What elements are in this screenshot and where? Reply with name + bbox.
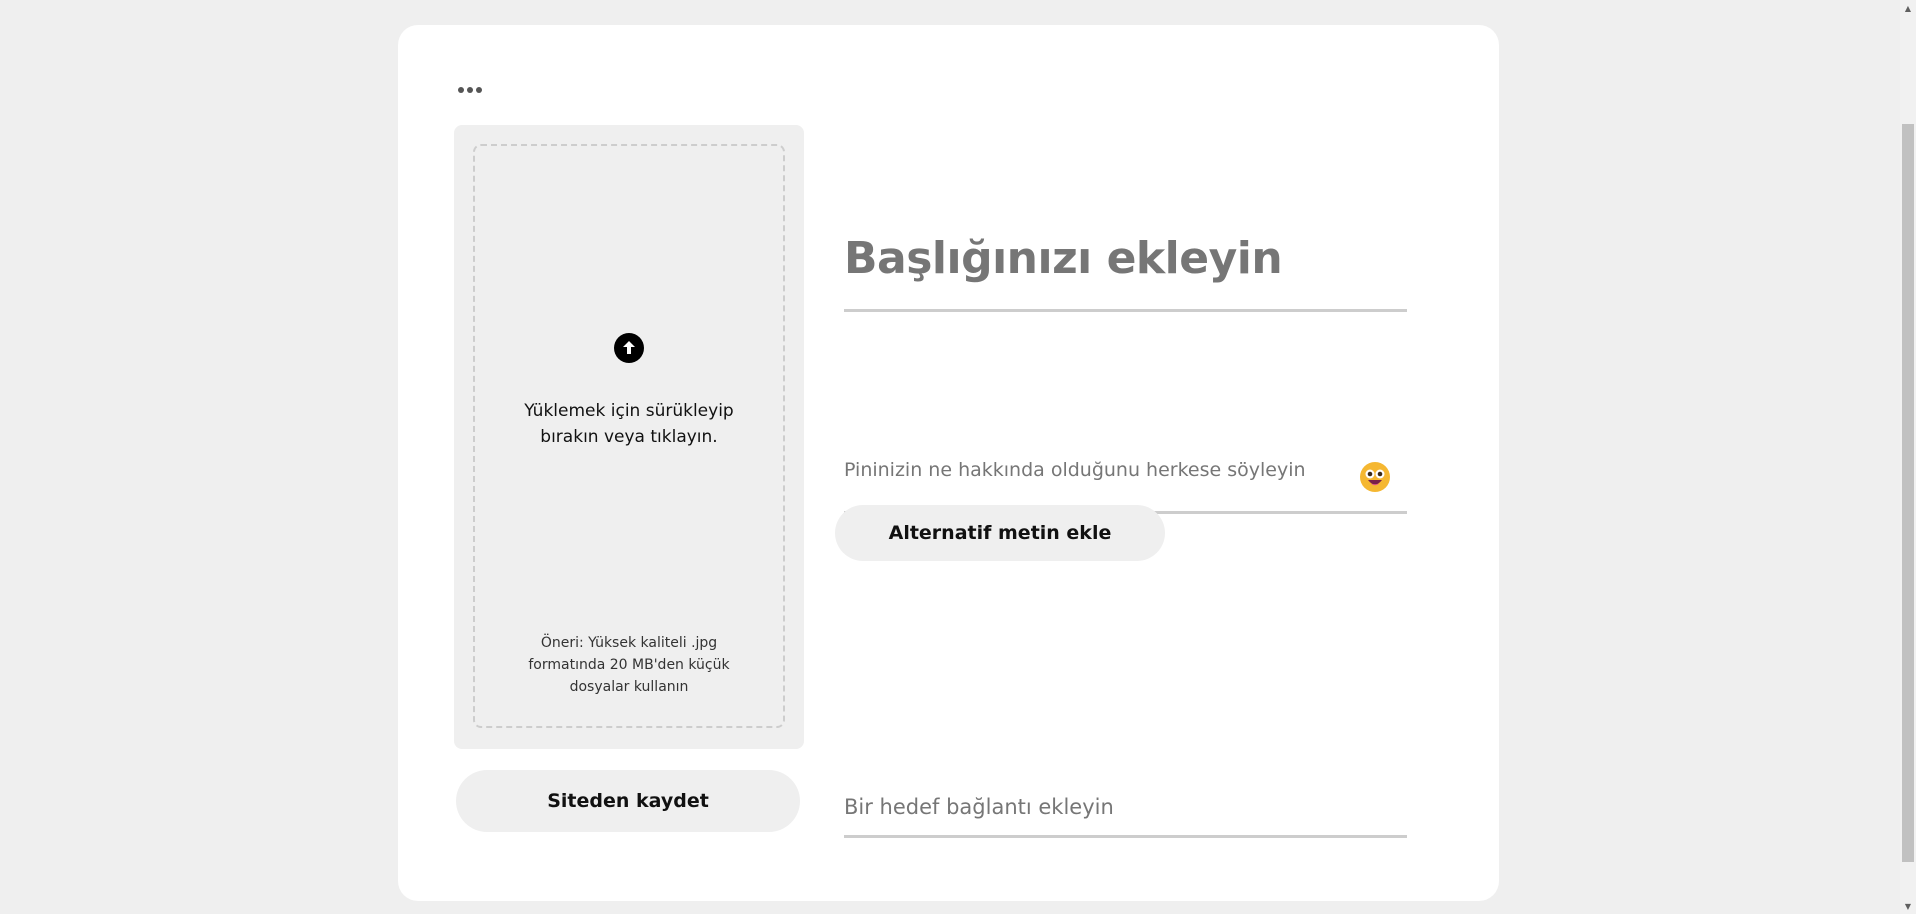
- description-field[interactable]: Pininizin ne hakkında olduğunu herkese s…: [844, 439, 1407, 514]
- more-icon-dot: [467, 87, 473, 93]
- more-icon-dot: [458, 87, 464, 93]
- arrow-up-circle-icon: [614, 333, 644, 363]
- vertical-scrollbar[interactable]: ▲ ▼: [1900, 0, 1916, 914]
- save-from-site-button[interactable]: Siteden kaydet: [456, 770, 800, 832]
- add-alt-text-button[interactable]: Alternatif metin ekle: [835, 505, 1165, 561]
- upload-hint: Öneri: Yüksek kaliteli .jpg formatında 2…: [528, 635, 730, 695]
- more-options-button[interactable]: [454, 78, 486, 102]
- emoji-picker-icon[interactable]: [1359, 461, 1391, 493]
- image-dropzone[interactable]: Yüklemek için sürükleyip bırakın veya tı…: [473, 144, 785, 728]
- upload-panel: Yüklemek için sürükleyip bırakın veya tı…: [454, 125, 804, 749]
- upload-instruction: Yüklemek için sürükleyip bırakın veya tı…: [524, 401, 734, 447]
- description-input[interactable]: Pininizin ne hakkında olduğunu herkese s…: [844, 459, 1306, 481]
- scroll-up-arrow-icon[interactable]: ▲: [1900, 0, 1916, 16]
- scrollbar-thumb[interactable]: [1902, 124, 1914, 862]
- title-input[interactable]: Başlığınızı ekleyin: [844, 233, 1407, 284]
- scroll-down-arrow-icon[interactable]: ▼: [1900, 898, 1916, 914]
- title-field[interactable]: Başlığınızı ekleyin: [844, 213, 1407, 312]
- more-icon-dot: [476, 87, 482, 93]
- destination-link-input[interactable]: Bir hedef bağlantı ekleyin: [844, 795, 1114, 819]
- destination-link-field[interactable]: Bir hedef bağlantı ekleyin: [844, 777, 1407, 838]
- pin-builder-card: Yüklemek için sürükleyip bırakın veya tı…: [398, 25, 1499, 901]
